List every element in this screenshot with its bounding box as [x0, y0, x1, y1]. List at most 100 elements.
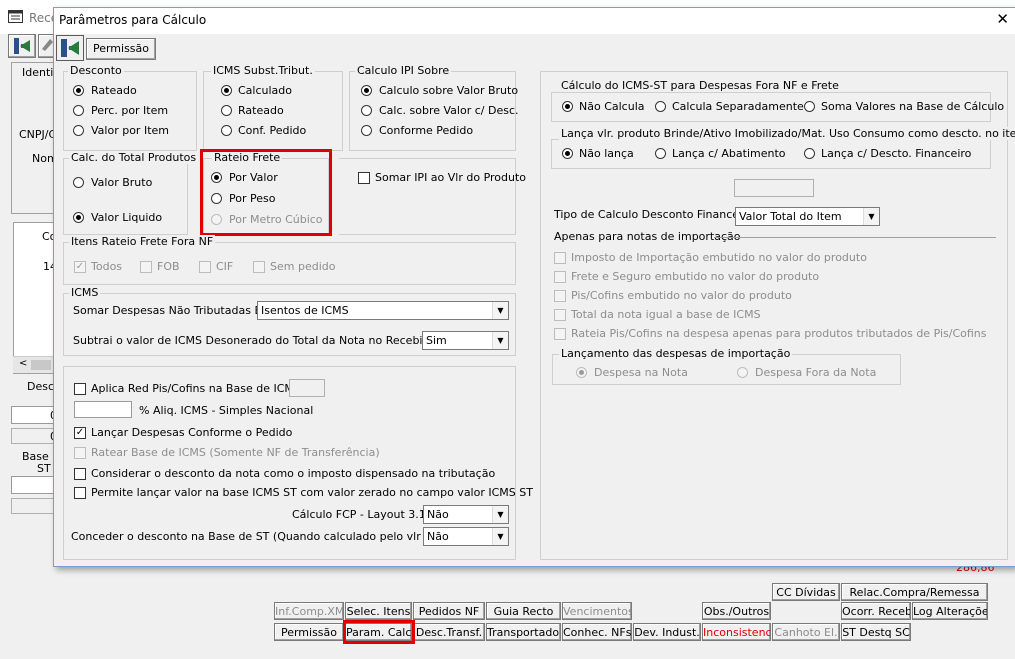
total-nota-checkbox[interactable]	[554, 309, 566, 321]
nao-calcula-label: Não Calcula	[579, 100, 645, 113]
calcula-separadamente-radio[interactable]	[655, 101, 666, 112]
red-pis-checkbox[interactable]	[74, 383, 86, 395]
somar-ipi-checkbox[interactable]	[358, 172, 370, 184]
conceder-select[interactable]: Não ▼	[423, 527, 509, 546]
permissao-toolbar-button[interactable]: Permissão	[86, 38, 156, 60]
obs-outros-button[interactable]: Obs./Outros	[702, 602, 771, 620]
subtrai-icms-select[interactable]: Sim ▼	[422, 331, 509, 350]
transportador-button[interactable]: Transportador	[486, 623, 561, 641]
ratear-base-checkbox[interactable]	[74, 447, 86, 459]
cif-checkbox[interactable]	[199, 261, 211, 273]
fcp-select[interactable]: Não ▼	[423, 505, 509, 524]
fcp-label: Cálculo FCP - Layout 3.10	[292, 508, 433, 521]
sem-pedido-checkbox[interactable]	[253, 261, 265, 273]
lancar-despesas-checkbox[interactable]: ✓	[74, 427, 86, 439]
icms-st-calculado-radio[interactable]	[221, 85, 232, 96]
parametros-dialog: Parâmetros para Cálculo ✕ Permissão Desc…	[53, 7, 1015, 567]
soma-valores-radio[interactable]	[804, 101, 815, 112]
ipi-bruto-radio[interactable]	[361, 85, 372, 96]
icms-group-title: ICMS	[69, 286, 101, 299]
calc-total-bruto-radio[interactable]	[73, 177, 84, 188]
nao-lanca-radio[interactable]	[562, 148, 573, 159]
itens-rateio-group-title: Itens Rateio Frete Fora NF	[69, 235, 216, 248]
somar-ipi-label: Somar IPI ao Vlr do Produto	[375, 171, 527, 184]
scroll-thumb[interactable]	[31, 360, 51, 370]
close-icon[interactable]: ✕	[996, 12, 1009, 27]
calc-total-bruto-label: Valor Bruto	[91, 176, 153, 189]
canhoto-el-button[interactable]: Canhoto El.	[772, 623, 840, 641]
desconto-valor-radio[interactable]	[73, 125, 84, 136]
chevron-down-icon[interactable]: ▼	[863, 208, 879, 225]
rateia-pis-checkbox[interactable]	[554, 328, 566, 340]
exit-icon[interactable]	[8, 34, 36, 58]
calc-total-liquido-radio[interactable]	[73, 212, 84, 223]
pis-cofins-embutido-checkbox[interactable]	[554, 290, 566, 302]
somar-ipi-group	[339, 158, 516, 235]
considerar-desconto-checkbox[interactable]	[74, 468, 86, 480]
permissao-button[interactable]: Permissão	[274, 623, 344, 641]
red-pis-field[interactable]	[289, 379, 325, 397]
subtrai-icms-value: Sim	[426, 334, 447, 347]
st-destq-sc-button[interactable]: ST Destq SC	[841, 623, 911, 641]
imposto-importacao-label: Imposto de Importação embutido no valor …	[571, 251, 867, 264]
chevron-down-icon[interactable]: ▼	[492, 302, 508, 319]
log-alteracoes-button[interactable]: Log Alterações	[912, 602, 988, 620]
desconto-perc-radio[interactable]	[73, 105, 84, 116]
tipo-calculo-select[interactable]: Valor Total do Item ▼	[735, 207, 880, 226]
ipi-group-title: Calculo IPI Sobre	[355, 64, 452, 77]
desconto-field[interactable]: 0	[11, 406, 57, 424]
grid-scrollbar[interactable]: <	[13, 356, 55, 373]
cc-dividas-button[interactable]: CC Dívidas	[772, 583, 840, 601]
fob-checkbox[interactable]	[140, 261, 152, 273]
subtrai-icms-label: Subtrai o valor de ICMS Desonerado do To…	[73, 334, 458, 347]
exit-icon	[61, 39, 79, 57]
despesa-fora-label: Despesa Fora da Nota	[755, 366, 877, 379]
desc-transf-button[interactable]: Desc.Transf.	[413, 623, 485, 641]
ipi-desc-radio[interactable]	[361, 105, 372, 116]
guia-recto-button[interactable]: Guia Recto	[486, 602, 561, 620]
tipo-calculo-value: Valor Total do Item	[739, 210, 842, 223]
inconsistenc-button[interactable]: Inconsistenc.	[702, 623, 771, 641]
chevron-down-icon[interactable]: ▼	[492, 506, 508, 523]
red-pis-label: Aplica Red Pis/Cofins na Base de ICMS	[91, 382, 301, 395]
chevron-down-icon[interactable]: ▼	[492, 332, 508, 349]
base-st-field-2[interactable]	[11, 498, 55, 514]
ipi-pedido-label: Conforme Pedido	[379, 124, 474, 137]
vencimentos-button[interactable]: Vencimentos	[562, 602, 632, 620]
frete-seguro-checkbox[interactable]	[554, 271, 566, 283]
icms-st-rateado-radio[interactable]	[221, 105, 232, 116]
considerar-desconto-label: Considerar o desconto da nota como o imp…	[91, 467, 496, 480]
cif-label: CIF	[216, 260, 234, 273]
scroll-left-icon[interactable]: <	[19, 358, 27, 369]
despesa-na-nota-radio[interactable]	[576, 367, 587, 378]
lanca-descto-label: Lança c/ Descto. Financeiro	[821, 147, 972, 160]
chevron-down-icon[interactable]: ▼	[492, 528, 508, 545]
dev-indust-button[interactable]: Dev. Indust.	[633, 623, 701, 641]
pedidos-nf-button[interactable]: Pedidos NF	[413, 602, 485, 620]
icms-st-conf-radio[interactable]	[221, 125, 232, 136]
exit-button[interactable]	[56, 35, 84, 61]
imposto-importacao-checkbox[interactable]	[554, 252, 566, 264]
lanca-descto-radio[interactable]	[804, 148, 815, 159]
param-calc-highlight	[343, 620, 415, 644]
base-st-field[interactable]	[11, 476, 55, 494]
ipi-pedido-radio[interactable]	[361, 125, 372, 136]
value-field[interactable]: 0	[11, 428, 57, 444]
aliq-field[interactable]	[74, 401, 132, 418]
relac-compra-button[interactable]: Relac.Compra/Remessa	[841, 583, 988, 601]
identif-label: Identif	[22, 66, 58, 79]
somar-despesas-select[interactable]: Isentos de ICMS ▼	[257, 301, 509, 320]
desconto-rateado-radio[interactable]	[73, 85, 84, 96]
todos-checkbox[interactable]: ✓	[74, 261, 86, 273]
permite-lancar-checkbox[interactable]	[74, 487, 86, 499]
nao-calcula-radio[interactable]	[562, 101, 573, 112]
ocorr-receb-button[interactable]: Ocorr. Receb.	[841, 602, 911, 620]
despesa-fora-radio[interactable]	[737, 367, 748, 378]
conhec-nfs-button[interactable]: Conhec. NFs	[562, 623, 632, 641]
frete-seguro-label: Frete e Seguro embutido no valor do prod…	[571, 270, 820, 283]
lancar-despesas-label: Lançar Despesas Conforme o Pedido	[91, 426, 293, 439]
blank-field[interactable]	[734, 179, 814, 197]
selec-itens-button[interactable]: Selec. Itens	[345, 602, 412, 620]
inf-comp-xml-button[interactable]: Inf.Comp.XML	[274, 602, 344, 620]
lanca-abatimento-radio[interactable]	[655, 148, 666, 159]
